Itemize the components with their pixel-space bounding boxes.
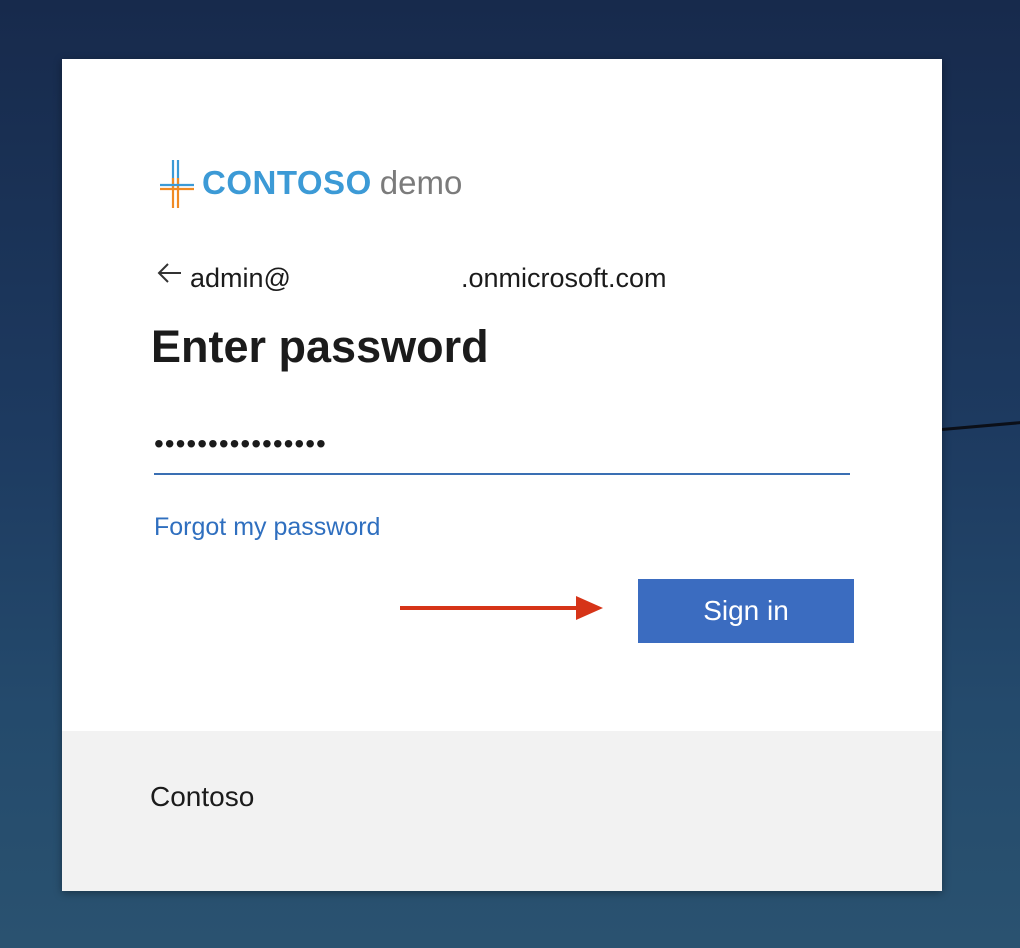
background-wire — [941, 420, 1020, 431]
back-arrow-icon[interactable] — [156, 261, 190, 290]
page-title: Enter password — [151, 321, 489, 372]
footer: Contoso — [62, 731, 942, 891]
account-identity: admin@ .onmicrosoft.com — [156, 255, 667, 295]
email-suffix: .onmicrosoft.com — [460, 262, 667, 293]
sign-in-button[interactable]: Sign in — [638, 579, 854, 643]
password-field-container — [154, 417, 850, 475]
contoso-logo: CONTOSO demo — [158, 155, 462, 211]
account-email: admin@ .onmicrosoft.com — [190, 256, 667, 294]
brand-sub-text: demo — [379, 164, 463, 201]
password-input[interactable] — [154, 417, 850, 471]
footer-text: Contoso — [150, 781, 255, 812]
sign-in-card: CONTOSO demo admin@ .onmicrosoft.com Enter… — [62, 59, 942, 891]
brand-name: CONTOSO demo — [202, 164, 462, 202]
brand-main-text: CONTOSO — [202, 164, 372, 201]
email-prefix: admin@ — [190, 262, 291, 293]
email-redaction — [290, 256, 461, 287]
contoso-logo-icon — [160, 160, 194, 208]
red-arrow-right-icon — [400, 596, 603, 620]
forgot-password-link[interactable]: Forgot my password — [154, 513, 380, 542]
